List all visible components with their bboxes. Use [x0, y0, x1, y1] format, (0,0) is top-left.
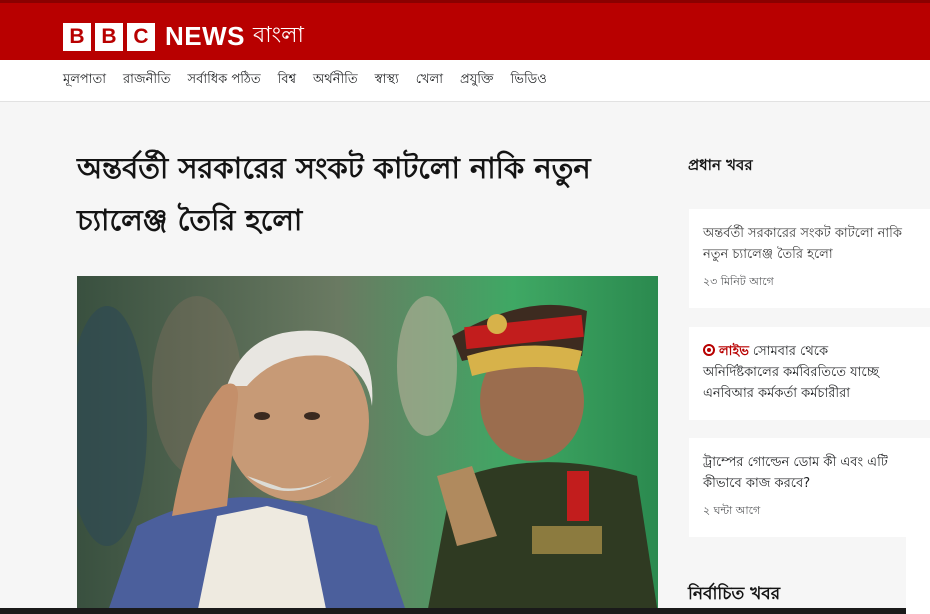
- story-title-line: ট্রাম্পের গোল্ডেন ডোম কী এবং এটি: [703, 455, 888, 470]
- story-title-line: নতুন চ্যালেঞ্জ তৈরি হলো: [703, 247, 833, 262]
- headline-line-2: চ্যালেঞ্জ তৈরি হলো: [77, 203, 303, 237]
- bbc-letter-b1: B: [63, 22, 91, 51]
- story-title-line: এনবিআর কর্মকর্তা কর্মচারীরা: [703, 386, 851, 401]
- story-card[interactable]: ট্রাম্পের গোল্ডেন ডোম কী এবং এটি কীভাবে …: [689, 438, 930, 537]
- nav-list: মূলপাতা রাজনীতি সর্বাধিক পঠিত বিশ্ব অর্থ…: [63, 70, 564, 91]
- story-timestamp: ২ ঘন্টা আগে: [703, 504, 761, 517]
- headline-line-1: অন্তর্বর্তী সরকারের সংকট কাটলো নাকি নতুন: [77, 151, 591, 185]
- primary-navigation: মূলপাতা রাজনীতি সর্বাধিক পঠিত বিশ্ব অর্থ…: [0, 60, 930, 102]
- partial-panel: [906, 482, 930, 614]
- top-stories-heading: প্রধান খবর: [688, 156, 753, 174]
- bbc-letter-b2: B: [95, 22, 123, 51]
- bottom-bar: [0, 608, 906, 614]
- nav-item-most-read[interactable]: সর্বাধিক পঠিত: [188, 70, 261, 91]
- bbc-news-logo[interactable]: B B C NEWS বাংলা: [63, 18, 304, 55]
- story-title-line: কীভাবে কাজ করবে?: [703, 476, 811, 491]
- news-wordmark: NEWS: [165, 21, 245, 51]
- story-card[interactable]: অন্তর্বর্তী সরকারের সংকট কাটলো নাকি নতুন…: [689, 209, 930, 308]
- nav-item-technology[interactable]: প্রযুক্তি: [460, 70, 494, 91]
- bbc-letter-c: C: [127, 22, 155, 51]
- live-story-card[interactable]: লাইভ সোমবার থেকে অনির্দিষ্টকালের কর্মবিরত…: [689, 327, 930, 420]
- nav-item-economy[interactable]: অর্থনীতি: [313, 70, 358, 91]
- article-headline: অন্তর্বর্তী সরকারের সংকট কাটলো নাকি নতুন…: [77, 142, 667, 246]
- language-wordmark: বাংলা: [253, 23, 304, 48]
- news-photo-icon: [77, 276, 658, 614]
- nav-item-video[interactable]: ভিডিও: [511, 70, 547, 91]
- story-link[interactable]: লাইভ সোমবার থেকে অনির্দিষ্টকালের কর্মবিরত…: [703, 341, 916, 404]
- story-timestamp: ২৩ মিনিট আগে: [703, 275, 774, 288]
- story-link[interactable]: ট্রাম্পের গোল্ডেন ডোম কী এবং এটি কীভাবে …: [703, 452, 916, 494]
- story-title-line: সোমবার থেকে: [752, 344, 829, 359]
- hero-image: [77, 276, 658, 614]
- nav-item-health[interactable]: স্বাস্থ্য: [375, 70, 399, 91]
- nav-item-world[interactable]: বিশ্ব: [278, 70, 296, 91]
- nav-item-sport[interactable]: খেলা: [416, 70, 443, 91]
- live-icon: [703, 344, 715, 356]
- story-title-line: অনির্দিষ্টকালের কর্মবিরতিতে যাচ্ছে: [703, 365, 879, 380]
- story-title-line: অন্তর্বর্তী সরকারের সংকট কাটলো নাকি: [703, 226, 902, 241]
- masthead: B B C NEWS বাংলা: [0, 0, 930, 60]
- selected-news-heading: নির্বাচিত খবর: [688, 584, 781, 604]
- nav-item-home[interactable]: মূলপাতা: [63, 70, 106, 91]
- nav-item-politics[interactable]: রাজনীতি: [123, 70, 171, 91]
- live-badge: লাইভ: [719, 344, 749, 359]
- story-link[interactable]: অন্তর্বর্তী সরকারের সংকট কাটলো নাকি নতুন…: [703, 223, 916, 265]
